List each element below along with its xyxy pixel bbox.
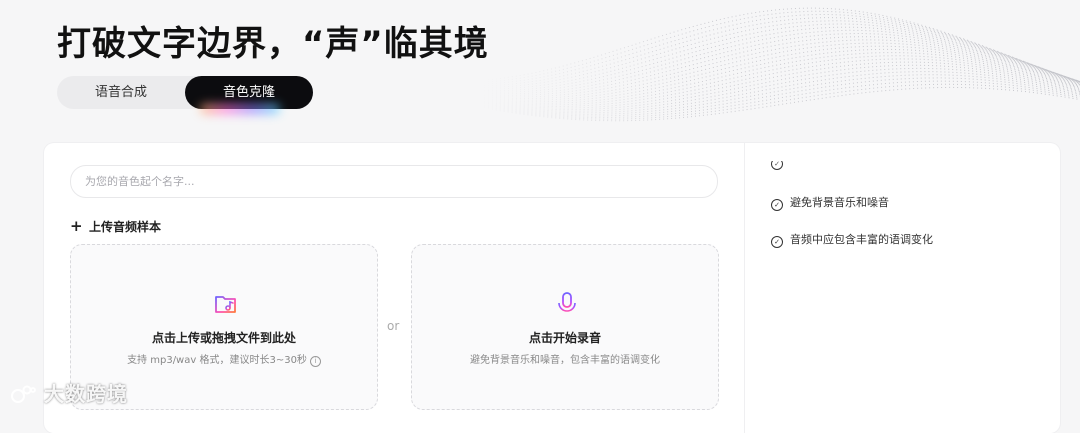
watermark-logo: 大数跨境 <box>10 378 128 407</box>
wave-line <box>480 67 1080 112</box>
wave-line <box>480 42 1080 99</box>
upload-dropzone-hint: 支持 mp3/wav 格式，建议时长3~30秒 i <box>71 351 377 367</box>
wave-line <box>480 45 1080 101</box>
wave-line <box>480 61 1080 109</box>
check-circle-icon: ✓ <box>771 199 783 211</box>
tip-item-partial: ✓​ <box>771 161 790 170</box>
wave-line <box>480 29 1080 93</box>
wave-line <box>480 83 1080 120</box>
info-icon[interactable]: i <box>309 356 321 367</box>
wave-line <box>480 55 1080 106</box>
watermark-icon <box>11 385 36 403</box>
page-title: 打破文字边界，“声”临其境 <box>57 24 489 64</box>
wave-line <box>480 77 1080 117</box>
wave-line <box>480 36 1080 96</box>
decorative-wave-pattern <box>480 7 1080 122</box>
wave-line <box>480 71 1080 114</box>
wave-line <box>480 74 1080 115</box>
wave-line <box>480 58 1080 108</box>
wave-line <box>480 7 1080 82</box>
folder-music-icon <box>215 296 236 313</box>
plus-icon: + <box>70 217 83 235</box>
upload-dropzone-title: 点击上传或拖拽文件到此处 <box>151 331 296 345</box>
tip-item: ✓ 音频中应包含丰富的语调变化 <box>771 231 933 248</box>
voice-name-input[interactable] <box>70 165 718 198</box>
wave-line <box>480 26 1080 92</box>
wave-line <box>480 52 1080 104</box>
record-dropzone[interactable]: 点击开始录音 避免背景音乐和噪音，包含丰富的语调变化 <box>411 244 719 410</box>
wave-line <box>480 80 1080 119</box>
voice-clone-card: +上传音频样本 点击上传或拖拽文件到此处 支持 mp3/wav 格式，建议时长3… <box>44 143 1060 433</box>
upload-section-heading: + 上传音频样本 <box>70 217 162 235</box>
wave-line <box>480 10 1080 83</box>
wave-line <box>480 23 1080 90</box>
panel-divider <box>744 143 745 433</box>
wave-line <box>480 39 1080 98</box>
active-tab-glow <box>200 104 280 114</box>
wave-line <box>480 20 1080 88</box>
check-circle-icon: ✓ <box>771 236 783 248</box>
wave-line <box>480 14 1080 85</box>
record-title: 点击开始录音 <box>528 331 601 345</box>
microphone-icon <box>558 292 576 315</box>
wave-line <box>480 64 1080 111</box>
tip-item: ✓ 避免背景音乐和噪音 <box>771 194 889 211</box>
record-hint: 避免背景音乐和噪音，包含丰富的语调变化 <box>470 355 660 366</box>
or-separator: or <box>387 319 400 333</box>
check-circle-icon: ✓ <box>771 161 783 170</box>
wave-line <box>480 48 1080 103</box>
tab-speech-synthesis[interactable]: 语音合成 <box>57 76 185 109</box>
wave-line <box>480 86 1080 122</box>
wave-line <box>480 32 1080 95</box>
wave-line <box>480 17 1080 87</box>
